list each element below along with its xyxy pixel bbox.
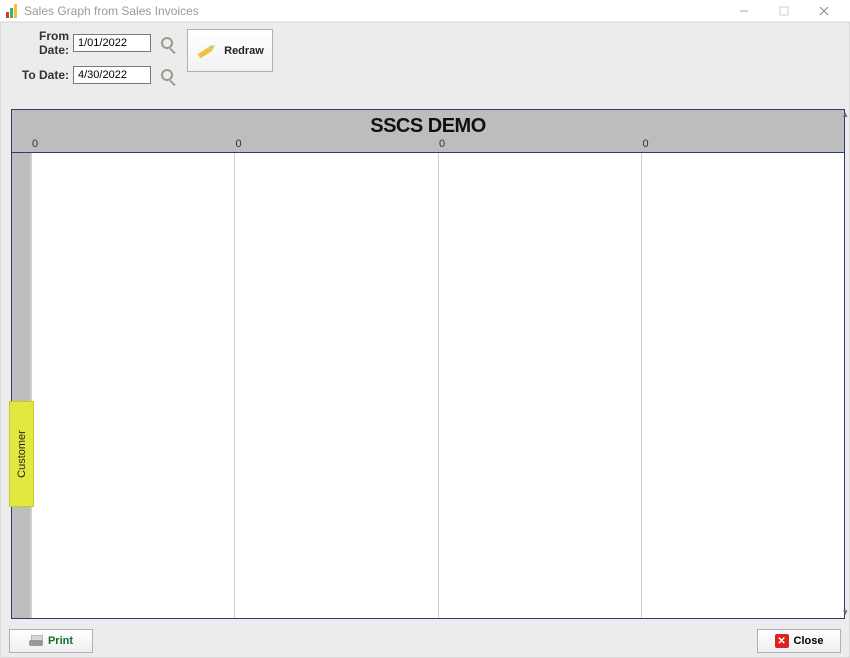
titlebar: Sales Graph from Sales Invoices <box>0 0 850 22</box>
scroll-up-button[interactable]: ▴ <box>843 109 850 119</box>
minimize-icon <box>739 6 749 16</box>
bottom-bar: Print ✕ Close <box>1 625 849 657</box>
toolbar: From Date: To Date: Redraw <box>1 23 849 93</box>
to-date-input[interactable] <box>73 66 151 84</box>
from-date-input[interactable] <box>73 34 151 52</box>
to-date-label: To Date: <box>11 68 69 82</box>
redraw-button[interactable]: Redraw <box>187 29 273 72</box>
maximize-icon <box>779 6 789 16</box>
to-date-row: To Date: <box>11 63 179 87</box>
customer-tab[interactable]: Customer <box>9 401 34 507</box>
minimize-button[interactable] <box>724 0 764 22</box>
close-button[interactable]: ✕ Close <box>757 629 841 653</box>
close-icon <box>819 6 829 16</box>
close-label: Close <box>794 635 824 647</box>
chart-header: SSCS DEMO 0 0 0 0 <box>12 110 844 153</box>
date-fields: From Date: To Date: <box>11 29 179 87</box>
from-date-row: From Date: <box>11 29 179 57</box>
redraw-label: Redraw <box>224 45 264 57</box>
window-title: Sales Graph from Sales Invoices <box>24 4 199 18</box>
magnifier-icon <box>161 69 173 81</box>
x-tick: 0 <box>30 138 234 152</box>
close-x-icon: ✕ <box>775 634 789 648</box>
printer-icon <box>29 635 43 647</box>
print-button[interactable]: Print <box>9 629 93 653</box>
plot-area <box>30 153 844 618</box>
client-area: From Date: To Date: Redraw Customer SS <box>0 22 850 658</box>
pencil-icon <box>196 40 218 62</box>
y-axis-gutter <box>12 153 30 618</box>
chart-title: SSCS DEMO <box>12 110 844 138</box>
x-axis-ticks: 0 0 0 0 <box>30 138 844 152</box>
to-date-lookup-button[interactable] <box>155 63 179 87</box>
chart-container: SSCS DEMO 0 0 0 0 <box>11 109 845 619</box>
from-date-lookup-button[interactable] <box>155 31 179 55</box>
x-tick: 0 <box>641 138 845 152</box>
print-label: Print <box>48 635 73 647</box>
customer-tab-label: Customer <box>16 430 28 478</box>
window-controls <box>724 0 844 22</box>
scroll-down-button[interactable]: ▾ <box>843 607 850 617</box>
app-icon <box>6 4 18 18</box>
from-date-label: From Date: <box>11 29 69 57</box>
close-window-button[interactable] <box>804 0 844 22</box>
x-tick: 0 <box>234 138 438 152</box>
x-tick: 0 <box>437 138 641 152</box>
magnifier-icon <box>161 37 173 49</box>
maximize-button[interactable] <box>764 0 804 22</box>
